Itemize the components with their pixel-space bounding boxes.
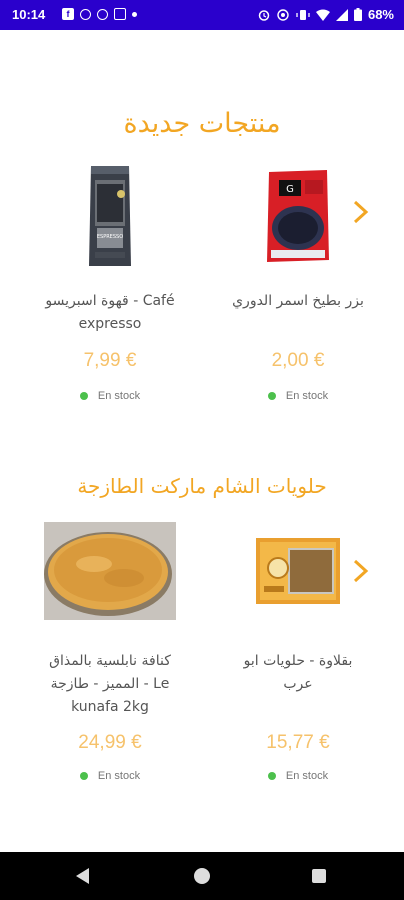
- battery-icon: [353, 8, 362, 21]
- kunafa-tray-image: [44, 522, 176, 620]
- status-time: 10:14: [12, 7, 46, 22]
- product-price: 7,99 €: [83, 350, 137, 371]
- stock-status: En stock: [20, 390, 200, 402]
- in-stock-indicator-icon: [267, 772, 276, 780]
- more-notifications-icon: [132, 11, 137, 17]
- signal-icon: [335, 8, 348, 21]
- product-card[interactable]: ESPRESSO قهوة اسبريسو - Café expresso 7,…: [20, 160, 200, 420]
- back-icon[interactable]: [76, 868, 89, 884]
- product-card[interactable]: بقلاوة - حلويات ابو عرب 15,77 € En stock: [208, 520, 388, 790]
- system-icons: 68%: [258, 7, 394, 22]
- product-name[interactable]: قهوة اسبريسو - Café expresso: [40, 290, 180, 336]
- status-bar: 10:14 f 68%: [0, 0, 404, 30]
- product-price: 2,00 €: [271, 350, 325, 371]
- product-image[interactable]: [20, 522, 200, 620]
- instagram-icon: [114, 8, 126, 20]
- product-price: 24,99 €: [78, 732, 142, 753]
- product-image[interactable]: [208, 534, 388, 608]
- product-card[interactable]: G بزر بطيخ اسمر الدوري 2,00 € En stock: [208, 160, 388, 420]
- in-stock-indicator-icon: [79, 772, 88, 780]
- stock-label: En stock: [97, 390, 141, 402]
- product-name[interactable]: بقلاوة - حلويات ابو عرب: [228, 650, 368, 696]
- stock-label: En stock: [285, 770, 329, 782]
- notification-icon: [80, 8, 91, 20]
- svg-text:G: G: [286, 184, 294, 195]
- navigation-bar: [0, 852, 404, 900]
- baklava-box-image: [256, 538, 340, 604]
- stock-label: En stock: [285, 390, 329, 402]
- stock-status: En stock: [20, 770, 200, 782]
- recent-apps-icon[interactable]: [312, 869, 326, 883]
- stock-status: En stock: [208, 390, 388, 402]
- product-name[interactable]: بزر بطيخ اسمر الدوري: [228, 290, 368, 313]
- facebook-icon: f: [62, 8, 74, 20]
- hotspot-icon: [277, 8, 289, 21]
- battery-percentage: 68%: [367, 7, 394, 22]
- product-name[interactable]: كنافة نابلسية بالمذاق المميز - طازجة - L…: [40, 650, 180, 719]
- alarm-icon: [258, 9, 270, 21]
- product-card[interactable]: كنافة نابلسية بالمذاق المميز - طازجة - L…: [20, 520, 200, 790]
- seeds-package-image: G: [267, 170, 329, 262]
- product-price: 15,77 €: [266, 732, 330, 753]
- product-image[interactable]: ESPRESSO: [20, 164, 200, 268]
- section-title-new-products: منتجات جديدة: [123, 108, 281, 139]
- stock-status: En stock: [208, 770, 388, 782]
- home-icon[interactable]: [194, 868, 210, 884]
- in-stock-indicator-icon: [79, 392, 88, 400]
- svg-text:ESPRESSO: ESPRESSO: [97, 234, 123, 240]
- product-image[interactable]: G: [208, 168, 388, 264]
- in-stock-indicator-icon: [267, 392, 276, 400]
- coffee-bag-image: ESPRESSO: [89, 166, 131, 266]
- notification-icon: [97, 8, 108, 20]
- stock-label: En stock: [97, 770, 141, 782]
- vibrate-icon: [296, 9, 310, 20]
- notification-icons: f: [62, 8, 137, 20]
- section-title-fresh-sweets: حلويات الشام ماركت الطازجة: [77, 474, 327, 498]
- wifi-icon: [315, 9, 330, 21]
